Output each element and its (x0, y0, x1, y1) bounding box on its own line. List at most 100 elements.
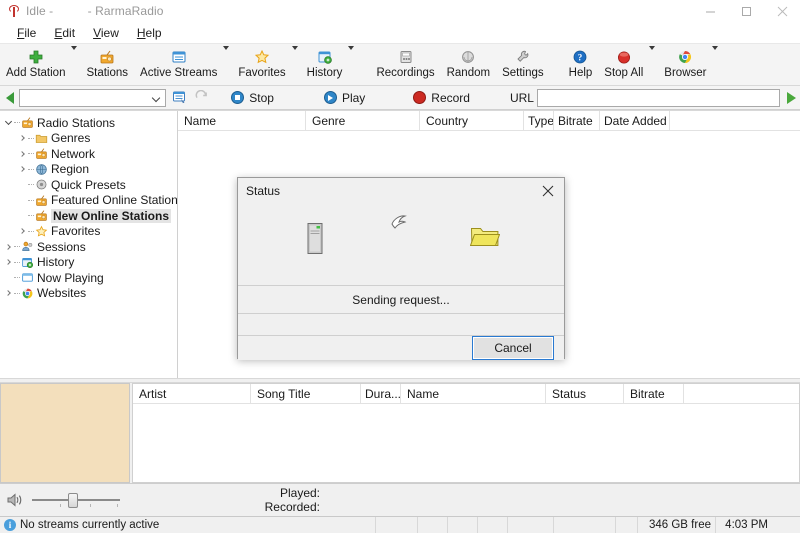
cancel-button[interactable]: Cancel (472, 336, 554, 360)
status-message-cell: i No streams currently active (0, 517, 376, 533)
add-station-dropdown-icon[interactable] (71, 46, 80, 60)
tree-label: Featured Online Stations (51, 193, 178, 207)
tree-item-now-playing[interactable]: Now Playing (0, 270, 177, 286)
toolbar-history[interactable]: History (301, 46, 349, 80)
tree-item-radio-stations[interactable]: Radio Stations (0, 115, 177, 131)
expander-none (2, 272, 14, 284)
active-streams-dropdown-icon[interactable] (223, 46, 232, 60)
refresh-icon[interactable] (193, 88, 212, 108)
column-header-artist[interactable]: Artist (133, 384, 251, 404)
tree-item-new-online-stations[interactable]: New Online Stations (0, 208, 177, 224)
column-header-date-added[interactable]: Date Added (600, 111, 670, 131)
radio-icon (34, 147, 48, 161)
play-button[interactable]: Play (324, 91, 365, 105)
menu-file[interactable]: File (8, 24, 45, 42)
tree-item-featured-online-stations[interactable]: Featured Online Stations (0, 193, 177, 209)
playlist-body[interactable] (133, 404, 799, 482)
favorites-dropdown-icon[interactable] (292, 46, 301, 60)
column-header-type[interactable]: Type (524, 111, 554, 131)
column-header-song-title[interactable]: Song Title (251, 384, 361, 404)
tree-label: Websites (37, 286, 86, 300)
open-folder-icon (470, 224, 500, 253)
station-list-header: Name Genre Country Type Bitrate Date Add… (178, 111, 800, 131)
toolbar-browser[interactable]: Browser (658, 46, 712, 80)
globe-icon (34, 162, 48, 176)
column-header-status[interactable]: Status (546, 384, 624, 404)
toolbar-label: Recordings (376, 67, 434, 80)
volume-slider-thumb[interactable] (68, 493, 78, 508)
playlist-header: Artist Song Title Dura... Name Status Bi… (133, 384, 799, 404)
green-plus-icon (27, 48, 45, 66)
menu-view[interactable]: View (84, 24, 128, 42)
browser-dropdown-icon[interactable] (712, 46, 721, 60)
column-header-playlist-bitrate[interactable]: Bitrate (624, 384, 684, 404)
now-playing-icon (20, 271, 34, 285)
search-combo[interactable] (19, 89, 166, 107)
toolbar-active-streams[interactable]: Active Streams (134, 46, 223, 80)
url-input[interactable] (537, 89, 780, 107)
toolbar-add-station[interactable]: Add Station (0, 46, 71, 80)
menu-edit[interactable]: Edit (45, 24, 84, 42)
radio-stations-icon (98, 48, 116, 66)
speaker-icon[interactable] (6, 491, 26, 509)
tree-item-quick-presets[interactable]: Quick Presets (0, 177, 177, 193)
menu-help[interactable]: Help (128, 24, 171, 42)
tree-item-network[interactable]: Network (0, 146, 177, 162)
tree-label: History (37, 255, 74, 269)
expander-collapsed-icon[interactable] (16, 148, 28, 160)
expander-collapsed-icon[interactable] (16, 132, 28, 144)
column-header-playlist-name[interactable]: Name (401, 384, 546, 404)
close-icon[interactable] (764, 0, 800, 22)
maximize-icon[interactable] (728, 0, 764, 22)
column-header-name[interactable]: Name (178, 111, 306, 131)
toolbar-settings[interactable]: Settings (496, 46, 550, 80)
column-header-genre[interactable]: Genre (306, 111, 420, 131)
stop-button[interactable]: Stop (231, 91, 274, 105)
navigation-tree[interactable]: Radio Stations Genres Network (0, 111, 178, 378)
toolbar-stop-all[interactable]: Stop All (598, 46, 649, 80)
expander-collapsed-icon[interactable] (2, 241, 14, 253)
bottom-panel: Artist Song Title Dura... Name Status Bi… (0, 383, 800, 483)
column-header-country[interactable]: Country (420, 111, 524, 131)
record-button[interactable]: Record (413, 91, 470, 105)
tree-item-genres[interactable]: Genres (0, 131, 177, 147)
toolbar-help[interactable]: ? Help (563, 46, 599, 80)
dialog-title-bar: Status (238, 178, 564, 204)
toolbar-label: Favorites (238, 67, 285, 80)
history-dropdown-icon[interactable] (348, 46, 357, 60)
expander-collapsed-icon[interactable] (2, 287, 14, 299)
expander-expanded-icon[interactable] (2, 117, 14, 129)
toolbar-label: Add Station (6, 67, 65, 80)
star-icon (34, 224, 48, 238)
expander-collapsed-icon[interactable] (16, 163, 28, 175)
expander-collapsed-icon[interactable] (16, 225, 28, 237)
column-header-duration[interactable]: Dura... (361, 384, 401, 404)
recorded-label: Recorded: (234, 500, 320, 514)
tree-item-favorites[interactable]: Favorites (0, 224, 177, 240)
history-icon (316, 48, 334, 66)
tree-item-history[interactable]: History (0, 255, 177, 271)
toolbar-recordings[interactable]: Recordings (370, 46, 440, 80)
played-label: Played: (234, 486, 320, 500)
tree-item-region[interactable]: Region (0, 162, 177, 178)
toolbar-random[interactable]: Random (441, 46, 496, 80)
go-arrow-icon[interactable] (787, 92, 796, 104)
expander-collapsed-icon[interactable] (2, 256, 14, 268)
close-icon[interactable] (532, 178, 564, 204)
record-icon (413, 91, 426, 104)
main-toolbar: Add Station Stations (0, 44, 800, 86)
toolbar-favorites[interactable]: Favorites (232, 46, 291, 80)
filter-list-icon[interactable] (170, 88, 189, 108)
tree-item-websites[interactable]: Websites (0, 286, 177, 302)
toolbar-stations[interactable]: Stations (80, 46, 134, 80)
tree-item-sessions[interactable]: Sessions (0, 239, 177, 255)
minimize-icon[interactable] (692, 0, 728, 22)
stop-all-dropdown-icon[interactable] (649, 46, 658, 60)
column-header-bitrate[interactable]: Bitrate (554, 111, 600, 131)
toolbar-label: Random (447, 67, 490, 80)
volume-slider[interactable] (32, 491, 120, 509)
back-arrow-icon[interactable] (6, 92, 14, 104)
dialog-transfer-animation (238, 204, 564, 286)
stop-button-label: Stop (249, 91, 274, 105)
folder-icon (34, 131, 48, 145)
